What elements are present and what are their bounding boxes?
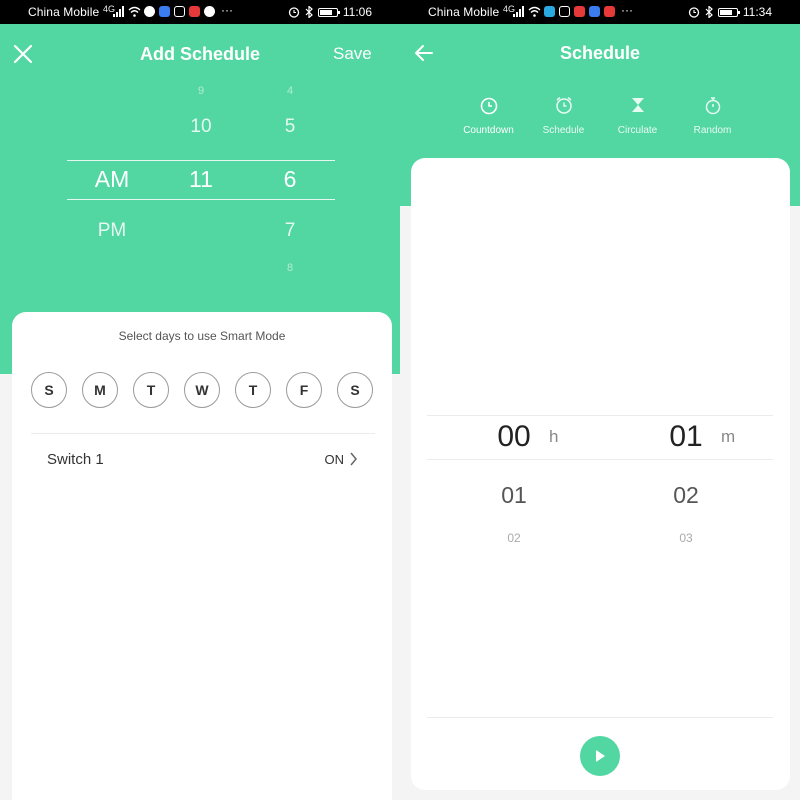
wifi-icon [528, 6, 541, 17]
minute-selected[interactable]: 6 [270, 166, 310, 193]
stopwatch-icon [705, 97, 720, 115]
hour-option[interactable]: 10 [176, 116, 226, 138]
divider [31, 433, 375, 434]
day-friday[interactable]: F [286, 372, 322, 408]
minute-option[interactable]: 8 [270, 262, 310, 274]
ampm-selected[interactable]: AM [82, 166, 142, 193]
tab-countdown[interactable]: Countdown [451, 95, 526, 136]
alarm-clock-icon [555, 96, 572, 114]
minutes-option[interactable]: 03 [661, 531, 711, 545]
wifi-icon [128, 6, 141, 17]
status-time: 11:06 [342, 5, 372, 19]
signal-icon [513, 6, 524, 17]
minutes-selected[interactable]: 01 [661, 420, 711, 454]
more-icon: ··· [221, 3, 233, 17]
status-bar: China Mobile 4G ··· 11:06 [0, 0, 400, 24]
hours-unit: h [549, 427, 559, 446]
bluetooth-icon [705, 6, 713, 18]
status-right: 11:34 [688, 5, 772, 19]
selection-divider [67, 160, 335, 161]
app-icon [559, 6, 570, 17]
tab-schedule[interactable]: Schedule [526, 95, 601, 136]
hour-option[interactable]: 9 [180, 85, 222, 97]
chevron-right-icon [350, 452, 357, 466]
start-button[interactable] [580, 736, 620, 776]
day-thursday[interactable]: T [235, 372, 271, 408]
app-icon [189, 6, 200, 17]
schedule-screen: China Mobile 4G ··· 11:34 Schedule Count… [400, 0, 800, 800]
countdown-card [411, 158, 790, 790]
battery-icon [717, 7, 740, 17]
app-icon [589, 6, 600, 17]
save-button[interactable]: Save [333, 44, 372, 64]
hours-option[interactable]: 01 [489, 482, 539, 509]
days-prompt: Select days to use Smart Mode [118, 329, 286, 343]
switch-value: ON [324, 452, 345, 467]
day-sunday[interactable]: S [31, 372, 67, 408]
minutes-unit: m [721, 427, 736, 446]
clock-icon [480, 97, 497, 115]
more-icon: ··· [621, 3, 633, 17]
status-right: 11:06 [288, 5, 372, 19]
day-monday[interactable]: M [82, 372, 118, 408]
hours-selected[interactable]: 00 [489, 420, 539, 454]
day-saturday[interactable]: S [337, 372, 373, 408]
battery-icon [317, 7, 340, 17]
app-icon [174, 6, 185, 17]
play-icon [596, 750, 605, 762]
status-bar: China Mobile 4G ··· 11:34 [400, 0, 800, 24]
page-title: Schedule [559, 43, 641, 63]
tab-circulate[interactable]: Circulate [600, 95, 675, 136]
minute-option[interactable]: 5 [270, 116, 310, 138]
selection-divider [427, 415, 773, 416]
hours-option[interactable]: 02 [489, 531, 539, 545]
selection-divider [67, 199, 335, 200]
signal-icon [113, 6, 124, 17]
day-wednesday[interactable]: W [184, 372, 220, 408]
switch-label: Switch 1 [47, 451, 104, 468]
app-icon [144, 6, 155, 17]
minute-option[interactable]: 7 [270, 220, 310, 242]
carrier-label: China Mobile [428, 5, 500, 19]
bluetooth-icon [305, 6, 313, 18]
hour-selected[interactable]: 11 [176, 166, 226, 193]
app-icon [159, 6, 170, 17]
alarm-icon [688, 7, 700, 18]
app-icon [604, 6, 615, 17]
tab-label: Schedule [542, 125, 585, 136]
tab-label: Countdown [463, 125, 514, 136]
tab-label: Random [693, 125, 732, 136]
divider [427, 717, 773, 718]
add-schedule-screen: China Mobile 4G ··· 11:06 Add Schedule S… [0, 0, 400, 800]
minute-option[interactable]: 4 [270, 85, 310, 97]
minutes-option[interactable]: 02 [661, 482, 711, 509]
tab-label: Circulate [617, 125, 658, 136]
alarm-icon [288, 7, 300, 18]
app-icon [544, 6, 555, 17]
switch-row[interactable]: Switch 1 ON [31, 440, 375, 478]
day-tuesday[interactable]: T [133, 372, 169, 408]
ampm-option[interactable]: PM [82, 220, 142, 242]
selection-divider [427, 459, 773, 460]
status-time: 11:34 [742, 5, 772, 19]
chat-icon [204, 6, 215, 17]
tab-random[interactable]: Random [675, 95, 750, 136]
hourglass-icon [631, 98, 644, 112]
carrier-label: China Mobile [28, 5, 100, 19]
app-icon [574, 6, 585, 17]
screens: China Mobile 4G ··· 11:06 Add Schedule S… [0, 0, 800, 800]
